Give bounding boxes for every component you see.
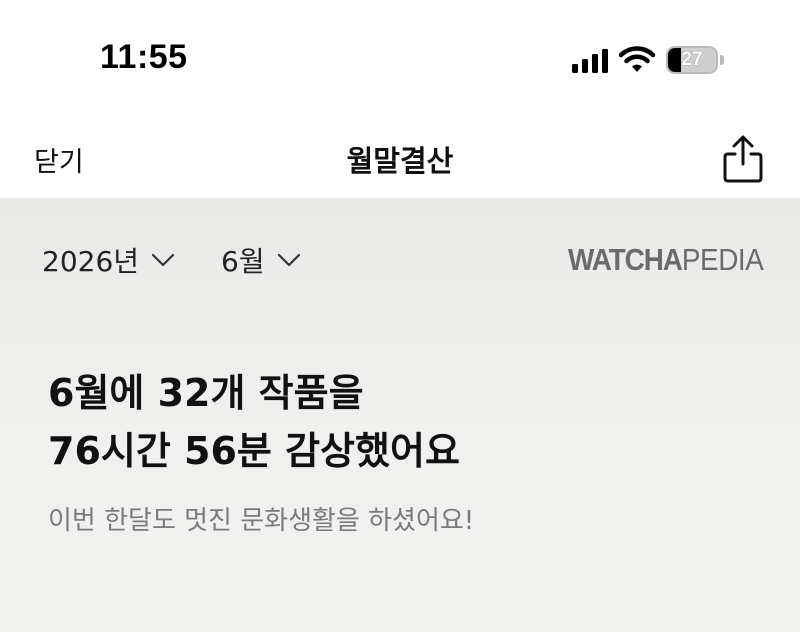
period-selectors: 2026년 6월: [42, 240, 301, 280]
headline-line2: 76시간 56분 감상했어요: [48, 429, 460, 473]
nav-bar: 닫기 월말결산: [0, 110, 800, 198]
brand-part1: WATCHA: [568, 242, 683, 277]
page-title: 월말결산: [346, 144, 454, 178]
watcha-pedia-logo: WATCHAPEDIA: [568, 242, 764, 278]
monthly-summary-panel: 2026년 6월 WATCHAPEDIA 6월에 32개 작품을 76시간 56…: [0, 198, 800, 632]
battery-cap: [720, 55, 724, 65]
status-icons: 27: [572, 44, 724, 76]
month-label: 6월: [221, 245, 265, 278]
year-label: 2026년: [42, 245, 140, 278]
year-dropdown[interactable]: 2026년: [42, 240, 175, 280]
summary-subtitle: 이번 한달도 멋진 문화생활을 하셨어요!: [48, 506, 475, 536]
brand-part2: PEDIA: [681, 242, 764, 277]
battery-icon: 27: [666, 46, 718, 74]
summary-headline: 6월에 32개 작품을 76시간 56분 감상했어요: [48, 364, 460, 480]
status-time: 11:55: [100, 38, 188, 76]
wifi-icon: [618, 46, 656, 72]
chevron-down-icon: [151, 253, 175, 267]
month-dropdown[interactable]: 6월: [221, 240, 301, 280]
headline-line1: 6월에 32개 작품을: [48, 371, 364, 415]
battery-level: 27: [681, 49, 703, 70]
share-icon[interactable]: [722, 134, 764, 184]
status-bar: 11:55 27: [0, 0, 800, 110]
chevron-down-icon: [277, 253, 300, 267]
cellular-signal-icon: [572, 47, 608, 73]
